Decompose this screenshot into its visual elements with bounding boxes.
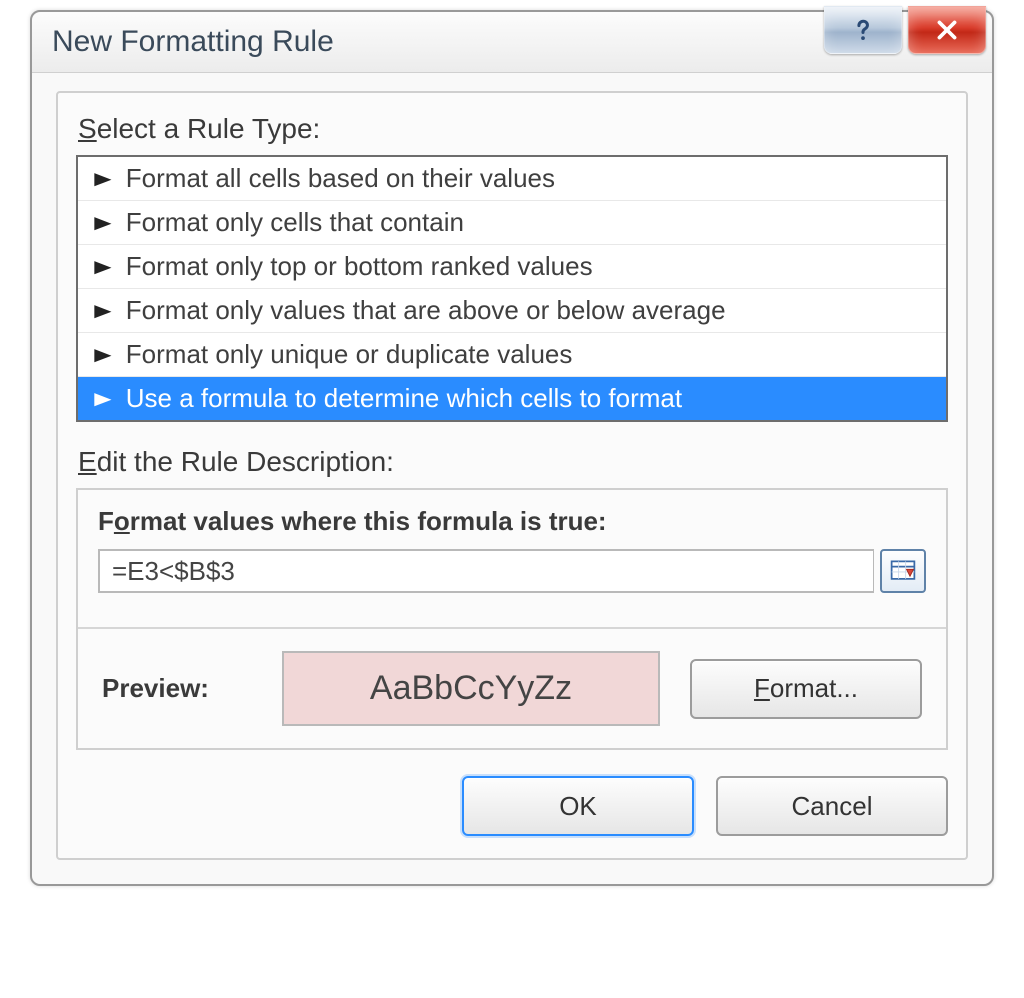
- titlebar: New Formatting Rule: [32, 12, 992, 73]
- content-group: Select a Rule Type: ► Format all cells b…: [56, 91, 968, 860]
- format-button[interactable]: Format...: [690, 659, 922, 719]
- bullet-icon: ►: [89, 166, 117, 192]
- rule-type-item[interactable]: ► Format only cells that contain: [78, 200, 946, 244]
- rule-type-label: Format only top or bottom ranked values: [126, 251, 593, 282]
- rule-type-item[interactable]: ► Format only top or bottom ranked value…: [78, 244, 946, 288]
- rule-type-item-selected[interactable]: ► Use a formula to determine which cells…: [78, 376, 946, 420]
- edit-rule-description-label: Edit the Rule Description:: [78, 446, 948, 478]
- dialog-button-row: OK Cancel: [76, 776, 948, 836]
- rule-type-item[interactable]: ► Format all cells based on their values: [78, 157, 946, 200]
- help-icon: [849, 16, 877, 44]
- bullet-icon: ►: [89, 386, 117, 412]
- dialog-title: New Formatting Rule: [52, 25, 334, 59]
- ok-button[interactable]: OK: [462, 776, 694, 836]
- rule-type-label: Format all cells based on their values: [126, 163, 555, 194]
- rule-type-label: Format only cells that contain: [126, 207, 464, 238]
- formula-field-label: Format values where this formula is true…: [98, 506, 926, 537]
- bullet-icon: ►: [89, 298, 117, 324]
- rule-type-label: Format only unique or duplicate values: [126, 339, 573, 370]
- collapse-dialog-button[interactable]: [880, 549, 926, 593]
- help-button[interactable]: [824, 6, 902, 54]
- dialog-body: Select a Rule Type: ► Format all cells b…: [32, 73, 992, 884]
- bullet-icon: ►: [89, 342, 117, 368]
- new-formatting-rule-dialog: New Formatting Rule Select a Rule Type:: [30, 10, 994, 886]
- close-button[interactable]: [908, 6, 986, 54]
- close-icon: [934, 17, 960, 43]
- cancel-button[interactable]: Cancel: [716, 776, 948, 836]
- window-controls: [824, 6, 986, 54]
- separator: [78, 627, 946, 629]
- rule-type-list[interactable]: ► Format all cells based on their values…: [76, 155, 948, 422]
- preview-sample: AaBbCcYyZz: [282, 651, 660, 726]
- preview-row: Preview: AaBbCcYyZz Format...: [98, 651, 926, 726]
- rule-type-label: Format only values that are above or bel…: [126, 295, 726, 326]
- rule-type-item[interactable]: ► Format only values that are above or b…: [78, 288, 946, 332]
- rule-description-section: Edit the Rule Description: Format values…: [76, 446, 948, 750]
- bullet-icon: ►: [89, 210, 117, 236]
- formula-input[interactable]: [98, 549, 874, 593]
- rule-type-label: Use a formula to determine which cells t…: [126, 383, 682, 414]
- refedit-icon: [889, 557, 917, 585]
- preview-label: Preview:: [102, 673, 252, 704]
- formula-row: [98, 549, 926, 593]
- bullet-icon: ►: [89, 254, 117, 280]
- select-rule-type-label: Select a Rule Type:: [78, 113, 948, 145]
- rule-description-frame: Format values where this formula is true…: [76, 488, 948, 750]
- rule-type-item[interactable]: ► Format only unique or duplicate values: [78, 332, 946, 376]
